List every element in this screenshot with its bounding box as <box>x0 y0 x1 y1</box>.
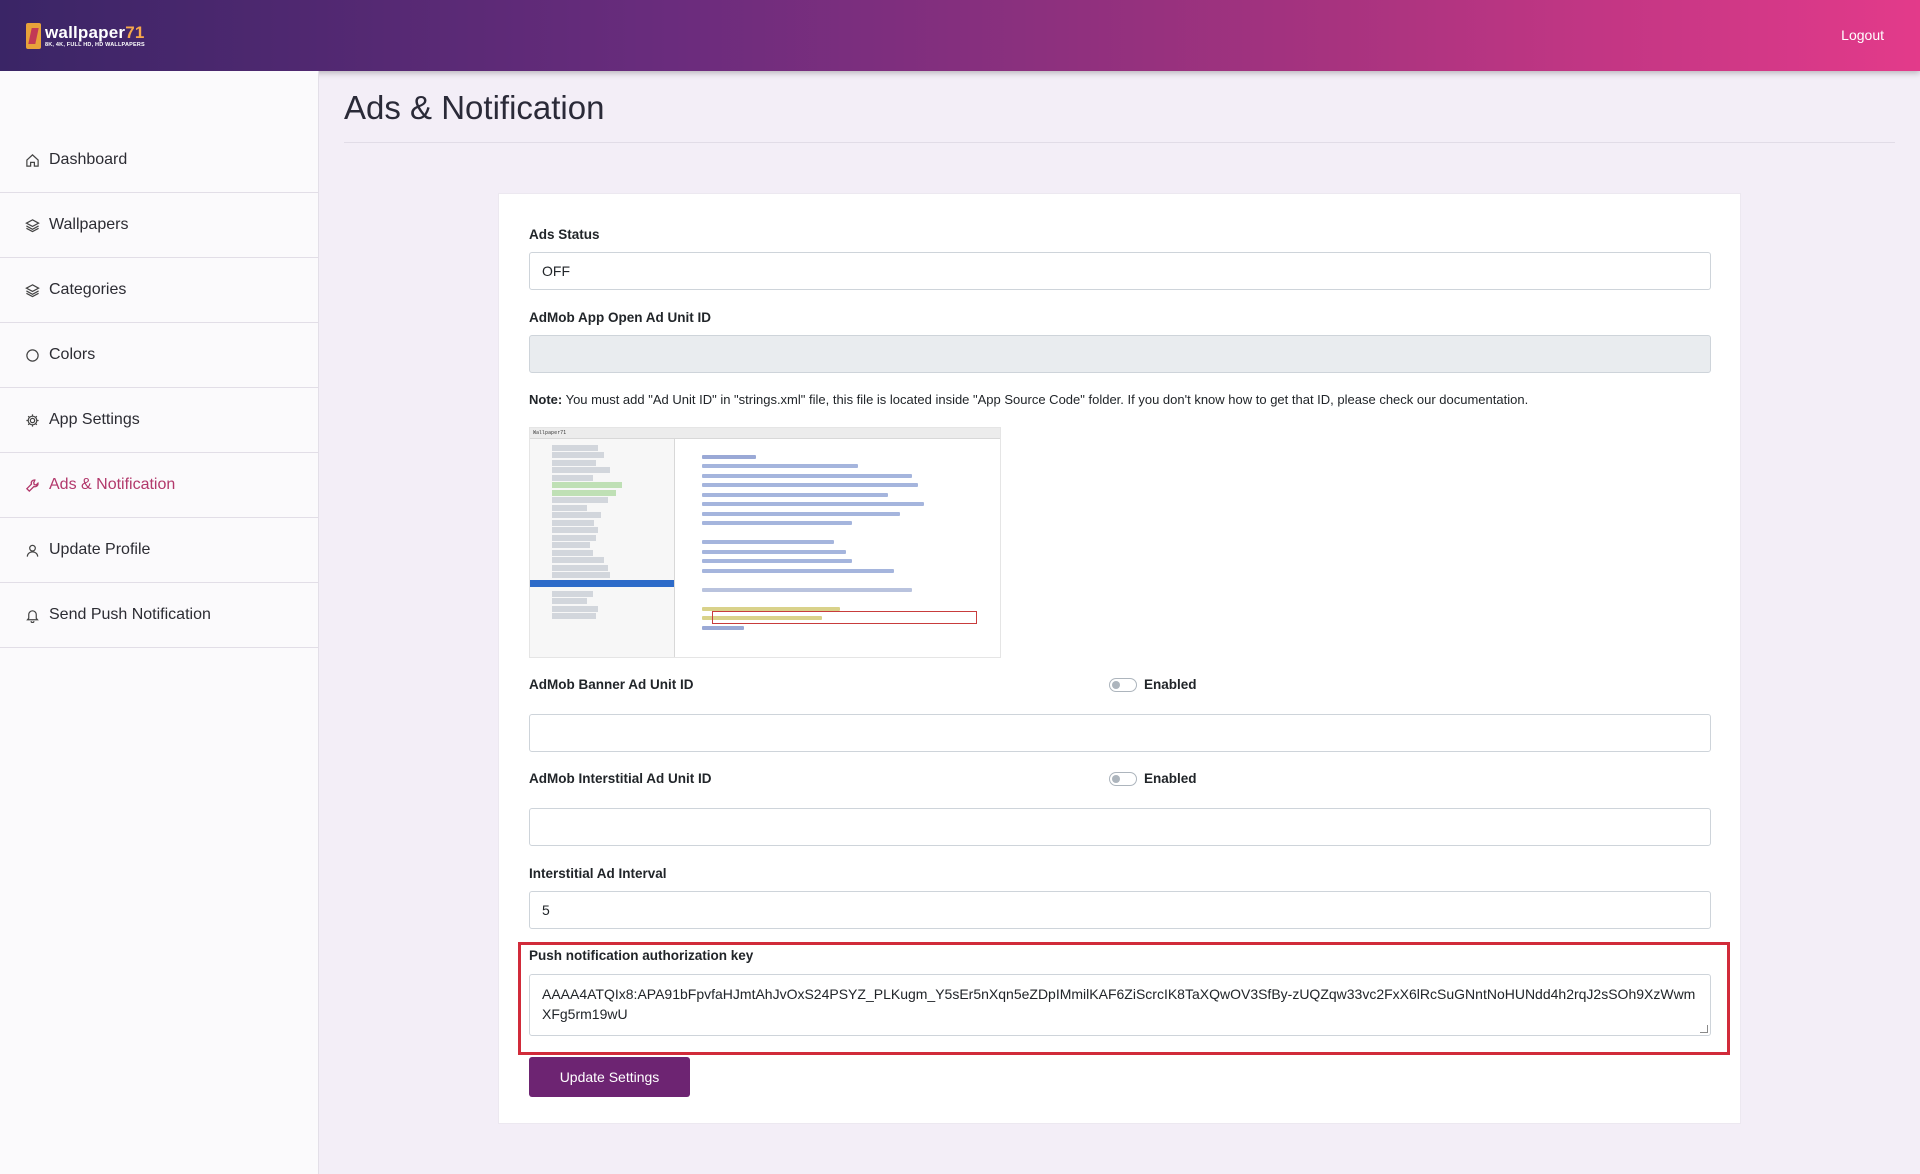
banner-ad-label: AdMob Banner Ad Unit ID <box>529 677 694 692</box>
sidebar-item-label: Ads & Notification <box>49 476 176 493</box>
sidebar: Dashboard Wallpapers Categories Colors A… <box>0 71 319 1174</box>
interstitial-interval-input[interactable]: 5 <box>529 891 1711 929</box>
banner-enabled-label: Enabled <box>1144 677 1197 692</box>
sidebar-item-dashboard[interactable]: Dashboard <box>0 128 318 193</box>
logo-icon <box>26 23 41 49</box>
app-logo[interactable]: wallpaper71 8K, 4K, FULL HD, HD WALLPAPE… <box>26 22 145 50</box>
layers-icon <box>25 283 40 298</box>
resize-grip-icon[interactable] <box>1700 1025 1708 1033</box>
ads-status-select[interactable]: OFF <box>529 252 1711 290</box>
sidebar-item-label: Dashboard <box>49 151 128 168</box>
user-icon <box>25 543 40 558</box>
sidebar-item-label: Update Profile <box>49 541 151 558</box>
strings-xml-note: Note: You must add "Ad Unit ID" in "stri… <box>529 392 1529 407</box>
title-divider <box>344 142 1895 143</box>
gear-icon <box>25 413 40 428</box>
sidebar-nav: Dashboard Wallpapers Categories Colors A… <box>0 128 318 648</box>
app-open-ad-label: AdMob App Open Ad Unit ID <box>529 310 711 325</box>
banner-enabled-toggle[interactable] <box>1109 678 1137 692</box>
logout-link[interactable]: Logout <box>1841 27 1884 43</box>
sidebar-item-send-push-notification[interactable]: Send Push Notification <box>0 583 318 648</box>
bell-icon <box>25 608 40 623</box>
sidebar-item-label: Send Push Notification <box>49 606 211 623</box>
app-id-highlight <box>712 611 977 624</box>
top-header: wallpaper71 8K, 4K, FULL HD, HD WALLPAPE… <box>0 0 1920 71</box>
sidebar-item-colors[interactable]: Colors <box>0 323 318 388</box>
ads-status-label: Ads Status <box>529 227 600 242</box>
interstitial-interval-label: Interstitial Ad Interval <box>529 866 667 881</box>
logo-title: wallpaper71 <box>45 22 145 42</box>
circle-icon <box>25 348 40 363</box>
banner-ad-input[interactable] <box>529 714 1711 752</box>
push-key-label: Push notification authorization key <box>529 948 754 963</box>
sidebar-item-wallpapers[interactable]: Wallpapers <box>0 193 318 258</box>
push-key-textarea[interactable]: AAAA4ATQIx8:APA91bFpvfaHJmtAhJvOxS24PSYZ… <box>529 974 1711 1036</box>
sidebar-item-update-profile[interactable]: Update Profile <box>0 518 318 583</box>
update-settings-button[interactable]: Update Settings <box>529 1057 690 1097</box>
sidebar-item-label: App Settings <box>49 411 140 428</box>
ide-screenshot-image: Wallpaper71 <box>529 427 1001 658</box>
sidebar-item-ads-notification[interactable]: Ads & Notification <box>0 453 318 518</box>
interstitial-ad-input[interactable] <box>529 808 1711 846</box>
page-title: Ads & Notification <box>344 89 605 126</box>
sidebar-item-label: Colors <box>49 346 96 363</box>
sidebar-item-app-settings[interactable]: App Settings <box>0 388 318 453</box>
layers-icon <box>25 218 40 233</box>
wrench-icon <box>25 478 40 493</box>
home-icon <box>25 153 40 168</box>
sidebar-item-label: Wallpapers <box>49 216 129 233</box>
sidebar-item-label: Categories <box>49 281 127 298</box>
app-open-ad-input[interactable] <box>529 335 1711 373</box>
interstitial-enabled-label: Enabled <box>1144 771 1197 786</box>
sidebar-item-categories[interactable]: Categories <box>0 258 318 323</box>
interstitial-enabled-toggle[interactable] <box>1109 772 1137 786</box>
settings-form-card: Ads Status OFF AdMob App Open Ad Unit ID… <box>498 193 1741 1124</box>
logo-subtitle: 8K, 4K, FULL HD, HD WALLPAPERS <box>45 41 145 48</box>
interstitial-ad-label: AdMob Interstitial Ad Unit ID <box>529 771 712 786</box>
